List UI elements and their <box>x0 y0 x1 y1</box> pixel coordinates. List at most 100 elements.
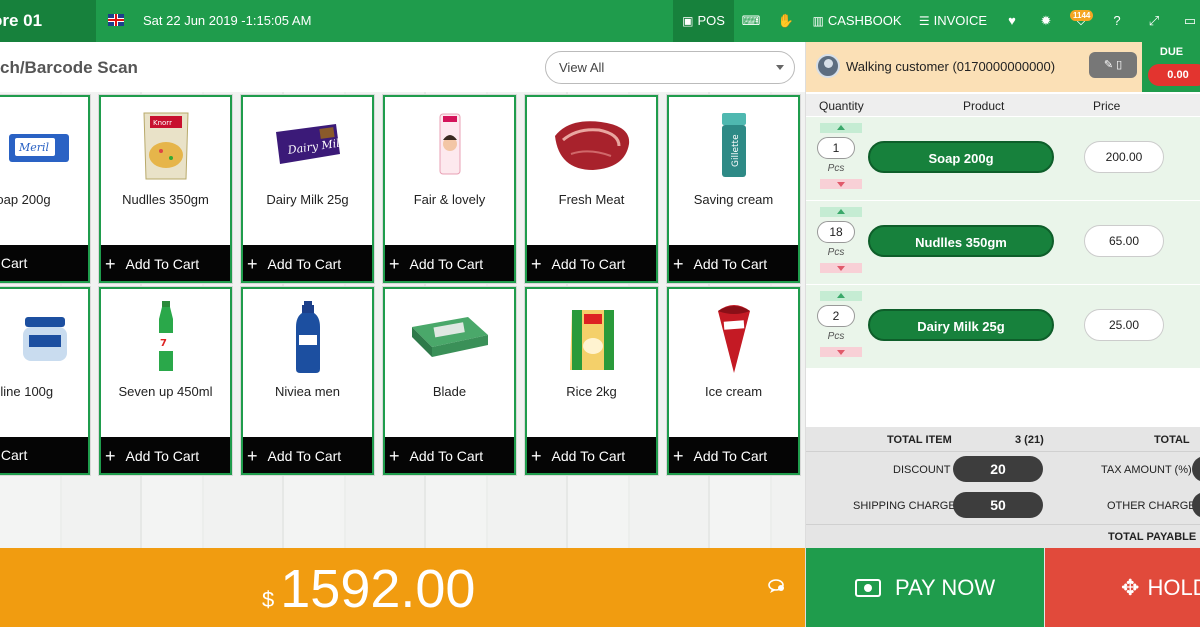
cart-product-name[interactable]: Dairy Milk 25g <box>868 309 1054 341</box>
total-amount: $1592.00 <box>262 559 476 619</box>
product-card[interactable]: Meril oap 200g dd To Cart <box>0 95 90 283</box>
customer-bar[interactable]: Walking customer (0170000000000) ✎ ▯ <box>806 42 1142 92</box>
search-input[interactable]: ch/Barcode Scan <box>0 42 138 94</box>
qty-decrease-button[interactable] <box>820 263 862 273</box>
add-to-cart-button[interactable]: dd To Cart <box>0 437 88 473</box>
qty-increase-button[interactable] <box>820 207 862 217</box>
svg-text:7: 7 <box>160 338 167 349</box>
total-payable-label: TOTAL PAYABLE <box>1108 531 1197 543</box>
quantity-unit: Pcs <box>827 163 845 174</box>
add-to-cart-button[interactable]: + Add To Cart <box>669 245 798 281</box>
window-icon[interactable]: ▭ <box>1178 0 1200 42</box>
cart-product-name[interactable]: Soap 200g <box>868 141 1054 173</box>
gear-icon[interactable]: ✹ <box>1034 0 1058 42</box>
cart-table-header: Quantity Product Price <box>806 94 1200 116</box>
edit-customer-button[interactable]: ✎ ▯ <box>1089 52 1137 78</box>
product-image-lotion-bottle <box>243 295 372 379</box>
notification-badge: 1144 <box>1070 10 1094 21</box>
pay-now-button[interactable]: PAY NOW <box>806 548 1044 627</box>
product-card[interactable]: Fair & lovely + Add To Cart <box>383 95 516 283</box>
qty-decrease-button[interactable] <box>820 179 862 189</box>
edit-icon: ✎ <box>1103 59 1114 71</box>
keyboard-icon[interactable]: ⌨ <box>738 0 764 42</box>
due-value: 0.00 <box>1148 64 1200 86</box>
nav-invoice[interactable]: ☰ INVOICE <box>913 0 993 42</box>
shipping-charge-label: SHIPPING CHARGE <box>853 500 956 512</box>
discount-label: DISCOUNT <box>893 464 951 476</box>
product-image-soap: Meril <box>0 103 88 187</box>
plus-icon: + <box>673 254 684 274</box>
store-name: ore 01 <box>0 0 96 42</box>
notification-icon[interactable]: ⛉ <box>1068 0 1094 42</box>
heart-icon[interactable]: ♥ <box>1000 0 1024 42</box>
product-image-chocolate: Dairy Milk <box>243 103 372 187</box>
product-card[interactable]: 7 Seven up 450ml + Add To Cart <box>99 287 232 475</box>
qty-decrease-button[interactable] <box>820 347 862 357</box>
product-card[interactable]: sline 100g dd To Cart <box>0 287 90 475</box>
product-card[interactable]: Fresh Meat + Add To Cart <box>525 95 658 283</box>
product-card[interactable]: Ice cream + Add To Cart <box>667 287 800 475</box>
product-name: Ice cream <box>704 384 763 399</box>
add-to-cart-button[interactable]: + Add To Cart <box>527 245 656 281</box>
add-to-cart-button[interactable]: + Add To Cart <box>385 437 514 473</box>
product-name: Nudlles 350gm <box>122 192 209 207</box>
add-to-cart-button[interactable]: + Add To Cart <box>243 437 372 473</box>
fullscreen-icon[interactable]: ⤢ <box>1142 0 1166 42</box>
chat-icon[interactable] <box>768 578 786 599</box>
product-card[interactable]: Dairy Milk Dairy Milk 25g + Add To Cart <box>241 95 374 283</box>
plus-icon: + <box>389 446 400 466</box>
add-to-cart-button[interactable]: + Add To Cart <box>101 245 230 281</box>
product-card[interactable]: Rice 2kg + Add To Cart <box>525 287 658 475</box>
total-bar: $1592.00 <box>0 548 805 627</box>
move-icon: ✥ <box>1121 575 1140 600</box>
add-to-cart-button[interactable]: + Add To Cart <box>101 437 230 473</box>
plus-icon: + <box>105 254 116 274</box>
other-charge-input[interactable] <box>1192 492 1200 518</box>
product-name: Rice 2kg <box>566 384 617 399</box>
product-card[interactable]: Gillette Saving cream + Add To Cart <box>667 95 800 283</box>
product-card[interactable]: Blade + Add To Cart <box>383 287 516 475</box>
add-to-cart-button[interactable]: dd To Cart <box>0 245 88 281</box>
price-input[interactable]: 25.00 <box>1084 309 1164 341</box>
quantity-input[interactable]: 18 <box>817 221 855 243</box>
product-card[interactable]: Niviea men + Add To Cart <box>241 287 374 475</box>
search-bar: ch/Barcode Scan View All <box>0 42 805 92</box>
quantity-input[interactable]: 1 <box>817 137 855 159</box>
product-name: Fair & lovely <box>413 192 486 207</box>
add-to-cart-button[interactable]: + Add To Cart <box>527 437 656 473</box>
hold-button[interactable]: ✥HOLD <box>1045 548 1200 627</box>
hand-icon[interactable]: ✋ <box>773 0 799 42</box>
cart-product-name[interactable]: Nudlles 350gm <box>868 225 1054 257</box>
qty-increase-button[interactable] <box>820 123 862 133</box>
add-to-cart-button[interactable]: + Add To Cart <box>669 437 798 473</box>
nav-pos[interactable]: ▣ POS <box>673 0 734 42</box>
nav-cashbook[interactable]: ▥ CASHBOOK <box>808 0 906 42</box>
price-input[interactable]: 200.00 <box>1084 141 1164 173</box>
product-name: Dairy Milk 25g <box>266 192 349 207</box>
plus-icon: + <box>389 254 400 274</box>
currency-symbol: $ <box>262 587 275 612</box>
qty-increase-button[interactable] <box>820 291 862 301</box>
plus-icon: + <box>247 254 258 274</box>
shipping-charge-input[interactable]: 50 <box>953 492 1043 518</box>
product-image-shaving-cream: Gillette <box>669 103 798 187</box>
product-image-noodles: Knorr <box>101 103 230 187</box>
add-to-cart-button[interactable]: + Add To Cart <box>243 245 372 281</box>
discount-input[interactable]: 20 <box>953 456 1043 482</box>
price-input[interactable]: 65.00 <box>1084 225 1164 257</box>
product-card[interactable]: Knorr Nudlles 350gm + Add To Cart <box>99 95 232 283</box>
cart-row: 18 Pcs Nudlles 350gm 65.00 <box>806 201 1200 285</box>
quantity-input[interactable]: 2 <box>817 305 855 327</box>
tax-amount-input[interactable] <box>1192 456 1200 482</box>
view-filter-select[interactable]: View All <box>545 51 795 84</box>
plus-icon: + <box>531 254 542 274</box>
top-bar: ore 01 Sat 22 Jun 2019 -1:15:05 AM ▣POS … <box>0 0 1200 42</box>
plus-icon: + <box>673 446 684 466</box>
header-product: Product <box>963 99 1005 113</box>
uk-flag-icon[interactable] <box>108 14 124 26</box>
product-area: ch/Barcode Scan View All Meril oap 200g … <box>0 42 805 548</box>
product-image-ice-cream-cone <box>669 295 798 379</box>
add-to-cart-button[interactable]: + Add To Cart <box>385 245 514 281</box>
help-icon[interactable]: ? <box>1105 0 1129 42</box>
product-image-rice-bag <box>527 295 656 379</box>
